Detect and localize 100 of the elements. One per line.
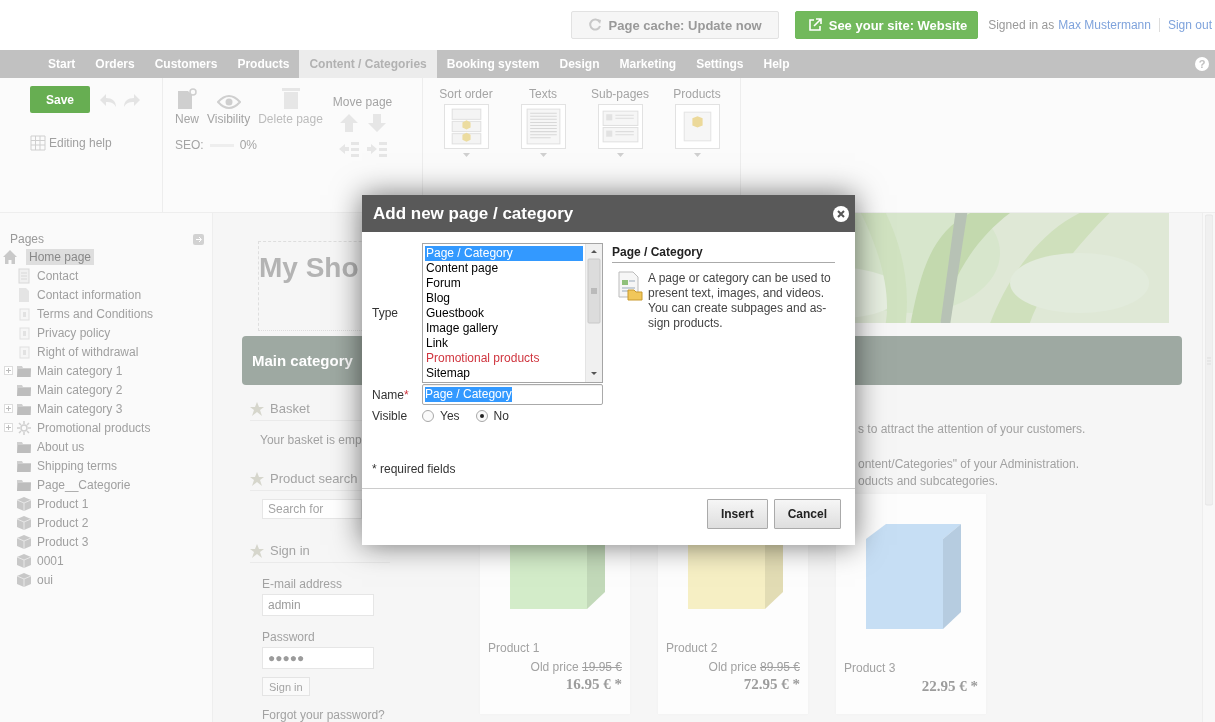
nav-tab[interactable]: Content / Categories xyxy=(299,50,437,78)
radio-label: No xyxy=(493,409,509,423)
box-heading: Basket xyxy=(270,401,310,416)
tree-item[interactable]: Product 3 xyxy=(34,533,92,550)
new-page-icon xyxy=(177,88,197,110)
name-field[interactable]: Page / Category xyxy=(422,384,603,405)
tree-item[interactable]: Contact information xyxy=(34,286,145,303)
tree-item[interactable]: Product 1 xyxy=(34,495,92,512)
page-tool-button[interactable]: New xyxy=(175,86,199,126)
cube-icon xyxy=(16,552,32,569)
nav-tab[interactable]: Customers xyxy=(144,50,228,78)
tree-item[interactable]: Shipping terms xyxy=(34,457,121,474)
field-label: Password xyxy=(262,630,316,644)
tree-item[interactable]: About us xyxy=(34,438,88,455)
tree-item[interactable]: Product 2 xyxy=(34,514,92,531)
view-dropdown[interactable]: Sub-pages xyxy=(583,87,657,157)
tree-title: Pages xyxy=(10,232,45,246)
page-icon xyxy=(16,305,32,322)
nav-tab[interactable]: Booking system xyxy=(436,50,550,78)
nav-tab[interactable]: Settings xyxy=(686,50,754,78)
page-thumbnail-icon xyxy=(520,104,566,149)
list-option[interactable]: Promotional products xyxy=(425,351,583,366)
page-icon xyxy=(16,324,32,341)
user-link[interactable]: Max Mustermann xyxy=(1058,18,1151,32)
list-option[interactable]: Forum xyxy=(425,276,583,291)
expand-icon[interactable] xyxy=(3,366,13,375)
external-link-icon xyxy=(807,18,822,32)
forgot-password-link[interactable]: Forgot your password? xyxy=(262,708,400,722)
view-dropdown[interactable]: Texts xyxy=(506,87,580,157)
tree-item[interactable]: oui xyxy=(34,571,56,588)
home-icon xyxy=(2,248,18,265)
email-field[interactable]: admin xyxy=(262,594,374,616)
cube-icon xyxy=(16,514,32,531)
product-name: Product 3 xyxy=(844,661,897,675)
search-field[interactable]: Search for xyxy=(262,499,362,519)
tree-item[interactable]: Main category 2 xyxy=(34,381,126,398)
tree-item[interactable]: Privacy policy xyxy=(34,324,114,341)
radio-label: Yes xyxy=(440,409,460,423)
basket-text: Your basket is emp xyxy=(260,433,363,447)
see-site-button[interactable]: See your site: Website xyxy=(794,11,979,39)
list-option[interactable]: Link xyxy=(425,336,583,351)
product-price: 22.95 € * xyxy=(921,678,978,695)
page-cache-button[interactable]: Page cache: Update now xyxy=(570,11,779,39)
password-field[interactable]: ●●●●● xyxy=(262,647,374,669)
sign-out-link[interactable]: Sign out xyxy=(1158,18,1212,32)
radio-button[interactable] xyxy=(475,410,488,422)
expand-icon[interactable] xyxy=(3,423,13,432)
box-heading: Product search xyxy=(270,471,358,486)
tree-item[interactable]: Page__Categorie xyxy=(34,476,134,493)
info-text: A page or category can be used to present text, images, and videos. You can create subpages and as-sign products. xyxy=(648,271,832,331)
nav-tab[interactable]: Orders xyxy=(85,50,145,78)
expand-icon[interactable] xyxy=(3,404,13,413)
tree-item[interactable]: Main category 3 xyxy=(34,400,126,417)
intro-text: oducts and subcategories. xyxy=(858,473,1000,490)
editing-help-button[interactable]: Editing help xyxy=(30,135,112,151)
product-card[interactable]: Product 3 22.95 € * xyxy=(836,494,986,714)
page-folder-icon xyxy=(617,271,643,301)
view-dropdown[interactable]: Products xyxy=(660,87,734,157)
list-option[interactable]: Sitemap xyxy=(425,366,583,381)
nav-tab[interactable]: Products xyxy=(227,50,300,78)
type-listbox[interactable]: Page / Category Content page Forum Blog Guestbook Image gallery Link Promotional products Sitemap xyxy=(422,243,603,383)
old-price: 89.95 € xyxy=(759,660,800,674)
nav-tab[interactable]: Help xyxy=(753,50,800,78)
shop-title: My Sho xyxy=(259,252,359,284)
tree-item[interactable]: Right of withdrawal xyxy=(34,343,142,360)
tree-item[interactable]: Main category 1 xyxy=(34,362,126,379)
refresh-icon xyxy=(587,18,602,32)
star-icon xyxy=(250,543,264,558)
tree-item[interactable]: Terms and Conditions xyxy=(34,305,157,322)
page-tool-button[interactable]: Visibility xyxy=(207,86,251,126)
tree-item[interactable]: Home page xyxy=(26,248,95,265)
required-note: * required fields xyxy=(372,462,456,476)
caret-icon xyxy=(539,153,547,157)
save-button[interactable]: Save xyxy=(30,86,90,113)
dialog-button[interactable]: Insert xyxy=(706,499,768,529)
nav-tab[interactable]: Design xyxy=(549,50,610,78)
page-thumbnail-icon xyxy=(674,104,720,149)
eye-icon xyxy=(216,94,241,110)
list-option[interactable]: Guestbook xyxy=(425,306,583,321)
field-label: E-mail address xyxy=(262,577,344,591)
dialog-button[interactable]: Cancel xyxy=(773,499,841,529)
list-option[interactable]: Page / Category xyxy=(425,246,583,261)
help-icon[interactable]: ? xyxy=(1195,57,1209,71)
radio-button[interactable] xyxy=(422,410,434,422)
seo-label: SEO: xyxy=(175,138,204,152)
collapse-panel-icon[interactable] xyxy=(193,233,204,245)
list-option[interactable]: Blog xyxy=(425,291,583,306)
view-dropdown[interactable]: Sort order xyxy=(429,87,503,157)
cube-icon xyxy=(16,495,32,512)
close-icon[interactable] xyxy=(833,205,849,222)
tree-item[interactable]: 0001 xyxy=(34,552,67,569)
sign-in-button[interactable]: Sign in xyxy=(262,677,310,696)
list-option[interactable]: Content page xyxy=(425,261,583,276)
tree-item[interactable]: Contact xyxy=(34,267,82,284)
tree-item[interactable]: Promotional products xyxy=(34,419,154,436)
nav-tab[interactable]: Start xyxy=(38,50,86,78)
name-label: Name xyxy=(372,387,404,402)
category-title: Main category xyxy=(252,352,353,370)
list-option[interactable]: Image gallery xyxy=(425,321,583,336)
nav-tab[interactable]: Marketing xyxy=(609,50,687,78)
